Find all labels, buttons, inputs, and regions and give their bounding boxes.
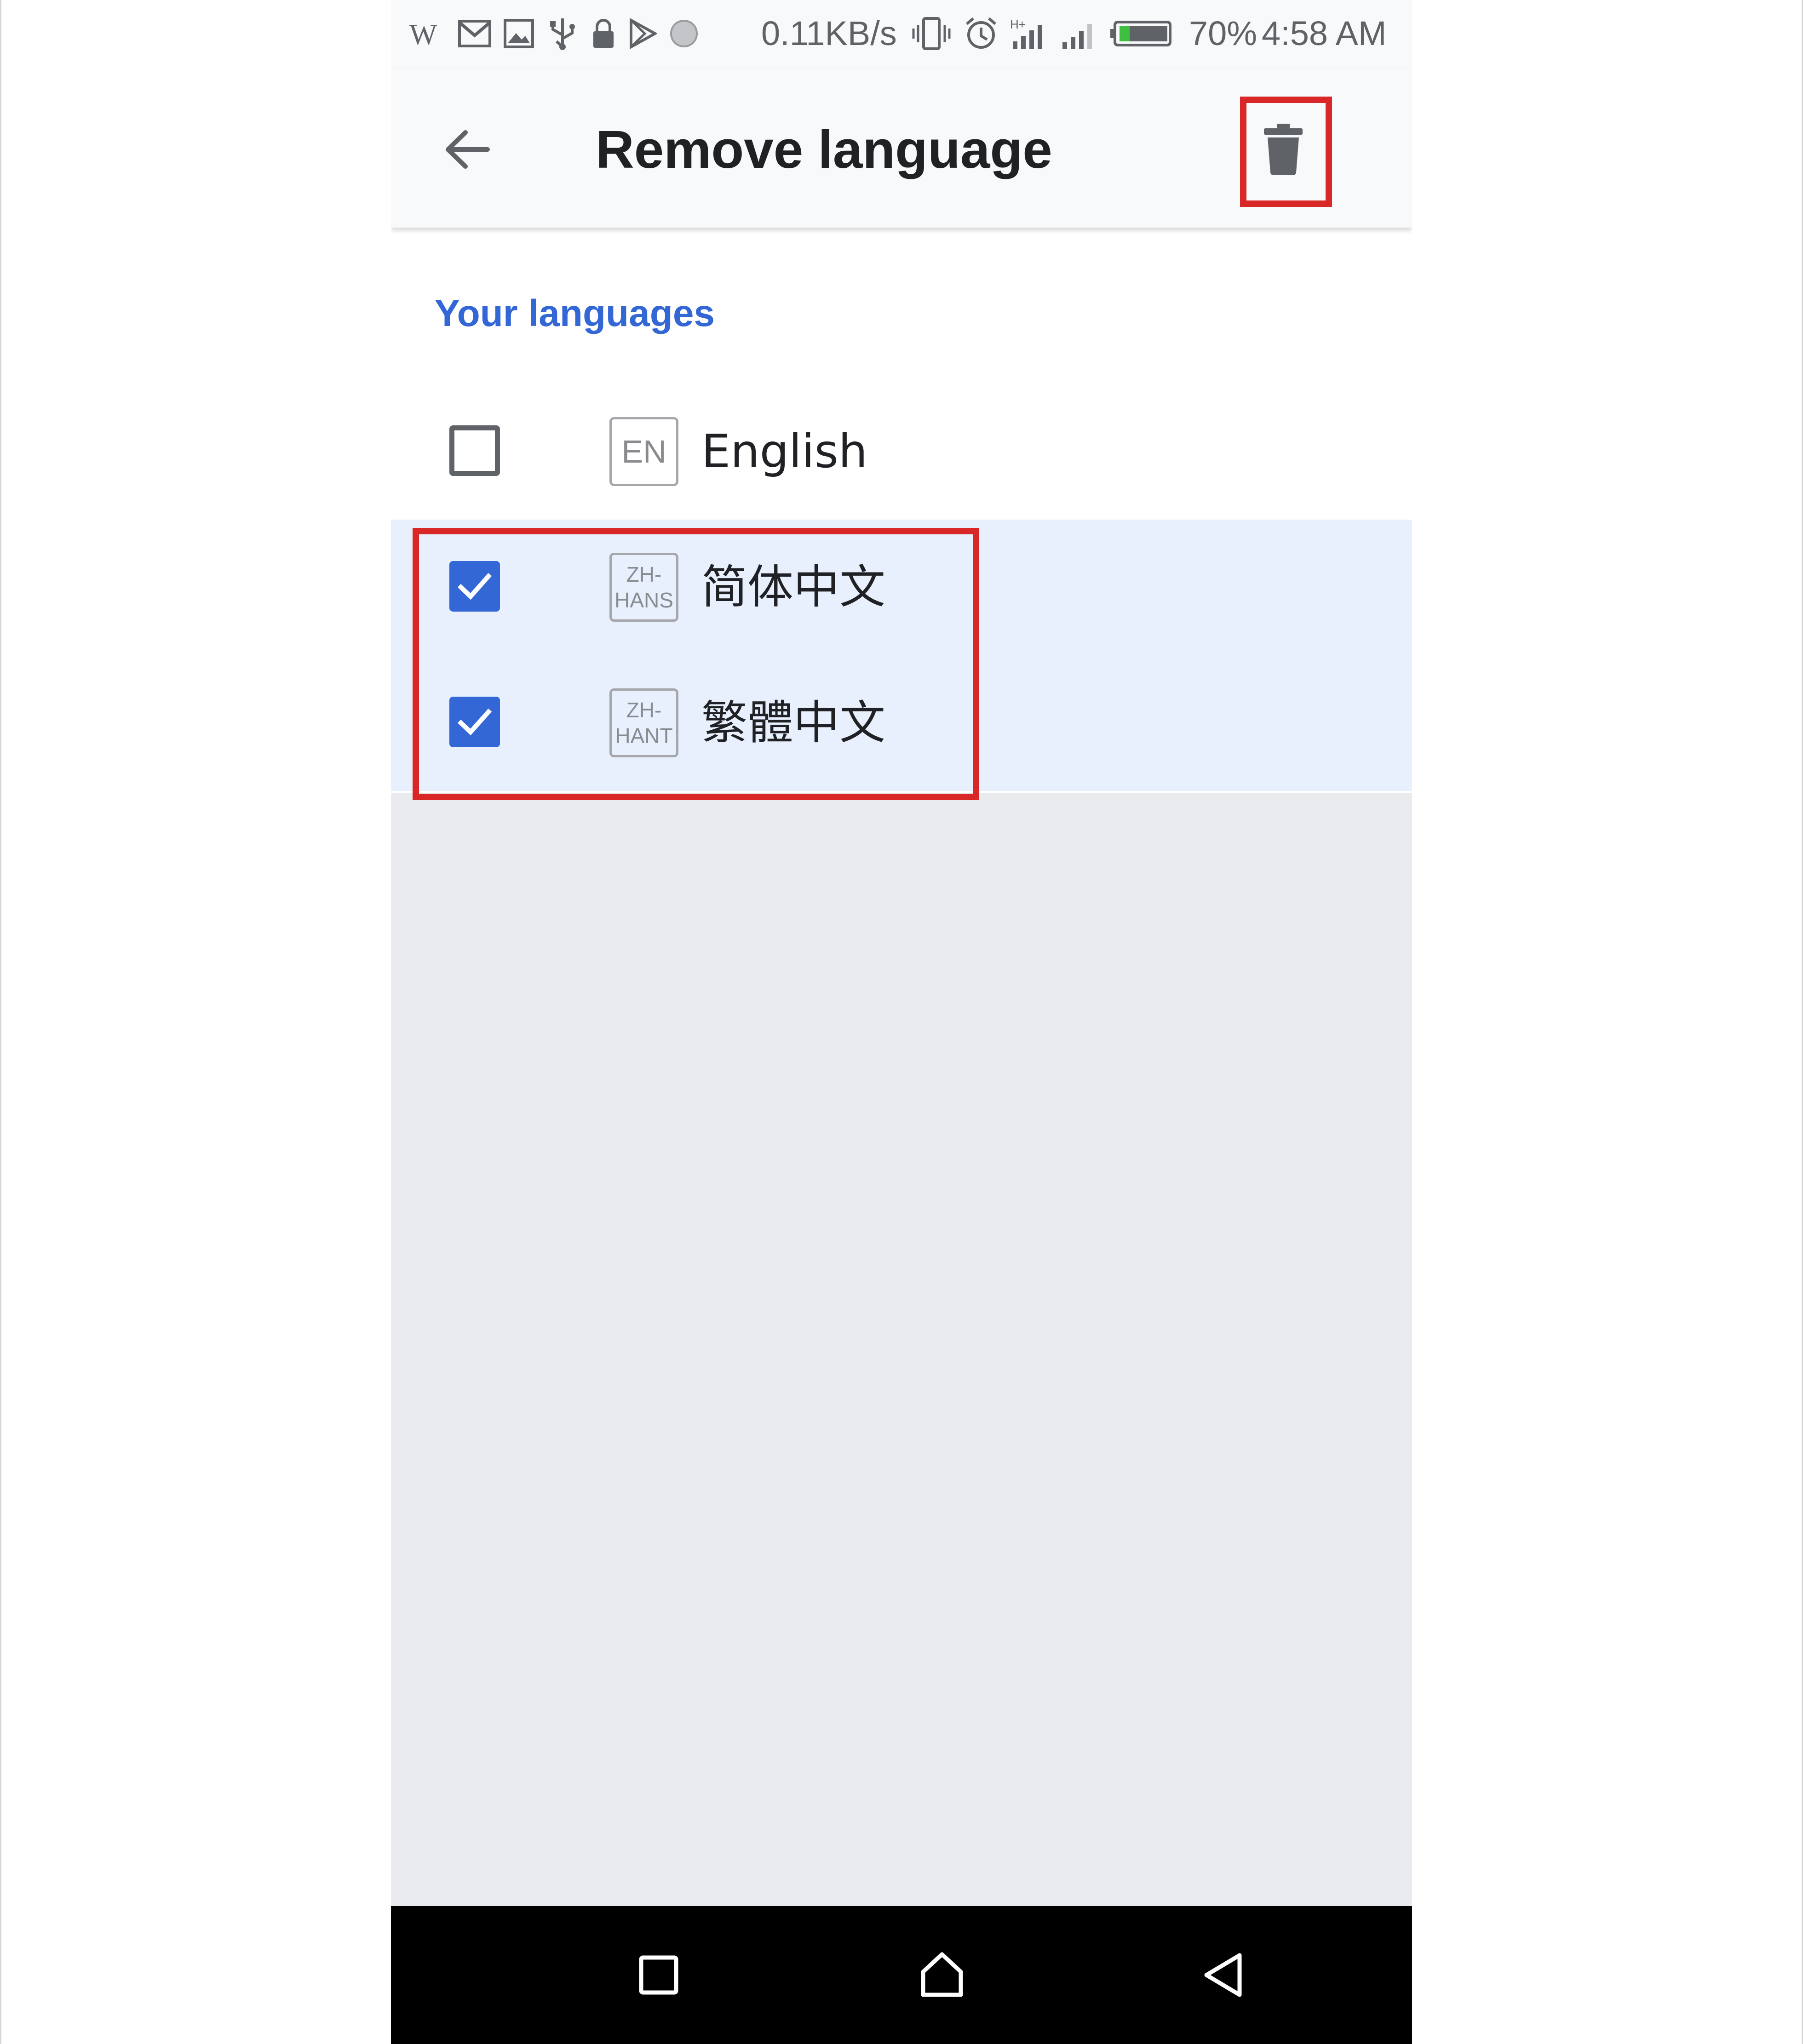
badge-code-line1: ZH- bbox=[626, 562, 662, 586]
navigation-bar bbox=[391, 1906, 1412, 2044]
section-header: Your languages bbox=[435, 292, 715, 334]
page-title: Remove language bbox=[596, 120, 1052, 179]
language-name: English bbox=[701, 424, 868, 478]
badge-code-line2: HANS bbox=[614, 588, 673, 612]
language-code-badge: EN bbox=[609, 417, 678, 486]
language-name: 繁體中文 bbox=[701, 696, 885, 750]
alarm-icon bbox=[966, 17, 996, 49]
image-icon bbox=[504, 19, 534, 48]
wikipedia-icon: W bbox=[409, 18, 437, 50]
language-code-badge: ZH- HANT bbox=[609, 688, 678, 757]
language-row-zh-hant[interactable]: ZH- HANT 繁體中文 bbox=[391, 655, 1412, 791]
back-nav-button[interactable] bbox=[1183, 1934, 1266, 2016]
usb-icon bbox=[550, 18, 575, 50]
battery-icon bbox=[1110, 21, 1171, 46]
language-list-panel: Your languages EN English ZH- HANS 简体中文 bbox=[391, 228, 1412, 793]
checkbox-english[interactable] bbox=[449, 425, 500, 476]
notification-icons: W bbox=[409, 13, 699, 54]
home-icon bbox=[921, 1952, 963, 1997]
checkmark-icon bbox=[457, 708, 492, 736]
checkbox-zh-hans[interactable] bbox=[449, 561, 500, 612]
vibrate-icon bbox=[912, 17, 951, 50]
delete-button[interactable] bbox=[1240, 106, 1327, 193]
badge-code-line2: HANT bbox=[615, 724, 673, 748]
signal-bars-icon bbox=[1062, 24, 1092, 49]
language-row-zh-hans[interactable]: ZH- HANS 简体中文 bbox=[391, 520, 1412, 655]
badge-code-line1: ZH- bbox=[626, 698, 662, 722]
app-bar: Remove language bbox=[391, 69, 1412, 228]
left-frame-border bbox=[0, 0, 1, 2044]
trash-icon bbox=[1264, 124, 1303, 175]
language-row-english[interactable]: EN English bbox=[391, 384, 1412, 520]
net-speed: 0.11KB/s bbox=[761, 14, 897, 52]
clock: 4:58 AM bbox=[1262, 14, 1387, 52]
play-store-icon bbox=[630, 18, 657, 49]
svg-text:H+: H+ bbox=[1010, 17, 1026, 31]
circle-notification-icon bbox=[670, 20, 698, 47]
language-code-badge: ZH- HANS bbox=[609, 553, 678, 622]
status-bar: W 0.11KB/s H+ 70% 4:58 AM bbox=[391, 0, 1412, 69]
arrow-back-icon bbox=[446, 130, 490, 169]
recents-button[interactable] bbox=[617, 1934, 700, 2016]
back-triangle-icon bbox=[1204, 1953, 1242, 1997]
gmail-icon bbox=[458, 20, 491, 47]
battery-percent: 70% bbox=[1189, 14, 1258, 52]
checkmark-icon bbox=[457, 573, 492, 600]
language-name: 简体中文 bbox=[701, 560, 885, 614]
system-icons: H+ bbox=[911, 13, 1172, 54]
checkbox-zh-hant[interactable] bbox=[449, 697, 500, 747]
data-signal-icon: H+ bbox=[1010, 17, 1042, 49]
badge-code: EN bbox=[621, 434, 666, 469]
back-button[interactable] bbox=[432, 115, 501, 184]
phone-screen: W 0.11KB/s H+ 70% 4:58 AM Remove languag… bbox=[391, 0, 1412, 2044]
lock-icon bbox=[593, 19, 614, 48]
recents-square-icon bbox=[639, 1955, 678, 1995]
home-button[interactable] bbox=[901, 1934, 983, 2016]
svg-text:W: W bbox=[409, 18, 437, 50]
